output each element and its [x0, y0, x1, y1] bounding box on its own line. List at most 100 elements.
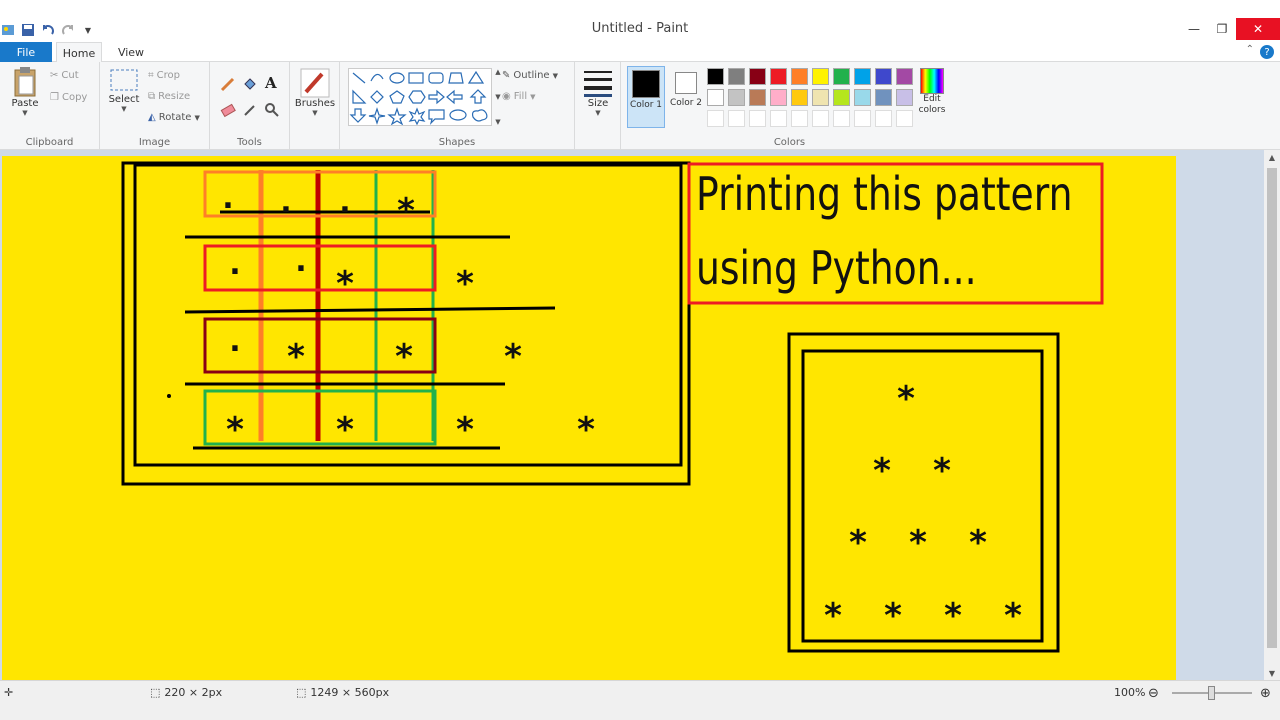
copy-button[interactable]: ❐ Copy	[50, 92, 87, 103]
scissors-icon: ✂	[50, 70, 59, 81]
palette-swatch[interactable]	[854, 110, 871, 127]
pentagon-shape-icon[interactable]	[389, 90, 405, 104]
right-triangle-shape-icon[interactable]	[352, 89, 367, 104]
palette-swatch[interactable]	[791, 110, 808, 127]
palette-swatch[interactable]	[833, 89, 850, 106]
palette-swatch[interactable]	[728, 110, 745, 127]
palette-swatch[interactable]	[749, 110, 766, 127]
brushes-button[interactable]: Brushes ▼	[294, 68, 336, 117]
palette-swatch[interactable]	[812, 89, 829, 106]
tab-view[interactable]: View	[108, 42, 154, 63]
rounded-rectangle-shape-icon[interactable]	[428, 72, 444, 84]
collapse-ribbon-icon[interactable]: ⌃	[1246, 44, 1254, 55]
tab-file[interactable]: File	[0, 42, 52, 63]
resize-button[interactable]: ⧉ Resize	[148, 91, 190, 102]
paste-button[interactable]: Paste ▼	[6, 66, 44, 126]
palette-swatch[interactable]	[770, 68, 787, 85]
select-button[interactable]: Select ▼	[106, 68, 142, 113]
palette-swatch[interactable]	[770, 89, 787, 106]
drawing-canvas[interactable]: ... *.. * *. * * * * * * * * * * * * * * * * * Printing this…	[2, 156, 1176, 680]
grid-pattern-mark: *	[577, 410, 595, 450]
help-icon[interactable]: ?	[1260, 45, 1274, 59]
palette-swatch[interactable]	[707, 89, 724, 106]
copy-icon: ❐	[50, 92, 59, 103]
canvas-title-line-2: using Python...	[696, 241, 977, 295]
line-shape-icon[interactable]	[352, 72, 366, 84]
down-arrow-shape-icon[interactable]	[349, 108, 367, 123]
paint-window: ▼ Untitled - Paint — ❐ ✕ File Home View …	[0, 0, 1280, 720]
color-picker-icon[interactable]	[242, 102, 258, 122]
palette-swatch[interactable]	[812, 68, 829, 85]
six-point-star-shape-icon[interactable]	[408, 107, 426, 126]
minimize-button[interactable]: —	[1180, 18, 1208, 40]
restore-button[interactable]: ❐	[1208, 18, 1236, 40]
color2-button[interactable]: Color 2	[667, 66, 705, 128]
canvas-size: ⬚ 1249 × 560px	[296, 686, 389, 699]
cut-button[interactable]: ✂ Cut	[50, 70, 79, 81]
palette-swatch[interactable]	[875, 68, 892, 85]
palette-swatch[interactable]	[896, 110, 913, 127]
magnifier-icon[interactable]	[264, 102, 280, 122]
oval-shape-icon[interactable]	[389, 72, 405, 84]
fill-button[interactable]: ◉ Fill ▼	[502, 91, 535, 102]
text-tool-icon[interactable]: A	[265, 74, 277, 92]
palette-swatch[interactable]	[854, 89, 871, 106]
palette-swatch[interactable]	[896, 68, 913, 85]
left-arrow-shape-icon[interactable]	[446, 89, 463, 105]
rectangle-shape-icon[interactable]	[408, 72, 424, 84]
palette-swatch[interactable]	[875, 89, 892, 106]
crop-button[interactable]: ⌗ Crop	[148, 70, 180, 81]
palette-swatch[interactable]	[875, 110, 892, 127]
scroll-up-icon[interactable]: ▲	[1264, 150, 1280, 162]
eraser-icon[interactable]	[220, 102, 236, 122]
shapes-gallery[interactable]	[348, 68, 492, 126]
four-point-star-shape-icon[interactable]	[368, 107, 386, 125]
select-dropdown-icon: ▼	[121, 105, 127, 113]
triangle-shape-icon[interactable]	[467, 70, 485, 84]
palette-swatch[interactable]	[896, 89, 913, 106]
up-arrow-shape-icon[interactable]	[469, 89, 487, 104]
zoom-slider[interactable]	[1172, 686, 1252, 700]
edit-colors-button[interactable]: Edit colors	[915, 68, 949, 116]
shapes-scroll-down-icon[interactable]: ▼	[495, 93, 500, 101]
oval-callout-shape-icon[interactable]	[449, 109, 467, 121]
scroll-thumb[interactable]	[1267, 168, 1277, 648]
palette-swatch[interactable]	[749, 89, 766, 106]
zoom-out-icon[interactable]: ⊖	[1148, 686, 1159, 701]
palette-swatch[interactable]	[812, 110, 829, 127]
rotate-button[interactable]: ◭ Rotate ▼	[148, 112, 200, 123]
pencil-icon[interactable]	[220, 76, 236, 96]
palette-swatch[interactable]	[833, 68, 850, 85]
cloud-callout-shape-icon[interactable]	[471, 109, 488, 122]
zoom-slider-thumb[interactable]	[1208, 686, 1215, 700]
shapes-scroll-up-icon[interactable]: ▲	[495, 68, 500, 76]
tab-home[interactable]: Home	[56, 42, 102, 63]
scroll-down-icon[interactable]: ▼	[1264, 669, 1280, 678]
palette-swatch[interactable]	[770, 110, 787, 127]
hexagon-shape-icon[interactable]	[408, 90, 426, 104]
palette-swatch[interactable]	[728, 68, 745, 85]
fill-bucket-icon[interactable]	[242, 76, 258, 96]
color1-button[interactable]: Color 1	[627, 66, 665, 128]
zoom-in-icon[interactable]: ⊕	[1260, 686, 1271, 701]
polygon-shape-icon[interactable]	[448, 72, 464, 84]
vertical-scrollbar[interactable]: ▲ ▼	[1264, 150, 1280, 680]
diamond-shape-icon[interactable]	[370, 90, 384, 104]
size-button[interactable]: Size ▼	[580, 68, 616, 117]
palette-swatch[interactable]	[791, 68, 808, 85]
palette-swatch[interactable]	[854, 68, 871, 85]
palette-swatch[interactable]	[707, 110, 724, 127]
close-button[interactable]: ✕	[1236, 18, 1280, 40]
shapes-expand-icon[interactable]: ▼	[495, 118, 500, 126]
palette-swatch[interactable]	[749, 68, 766, 85]
palette-swatch[interactable]	[833, 110, 850, 127]
outline-button[interactable]: ✎ Outline ▼	[502, 70, 558, 81]
grid-pattern-mark: .	[280, 185, 291, 220]
five-point-star-shape-icon[interactable]	[387, 107, 407, 126]
palette-swatch[interactable]	[791, 89, 808, 106]
palette-swatch[interactable]	[707, 68, 724, 85]
rounded-callout-shape-icon[interactable]	[428, 109, 445, 125]
palette-swatch[interactable]	[728, 89, 745, 106]
curve-shape-icon[interactable]	[370, 73, 384, 82]
right-arrow-shape-icon[interactable]	[428, 89, 445, 105]
